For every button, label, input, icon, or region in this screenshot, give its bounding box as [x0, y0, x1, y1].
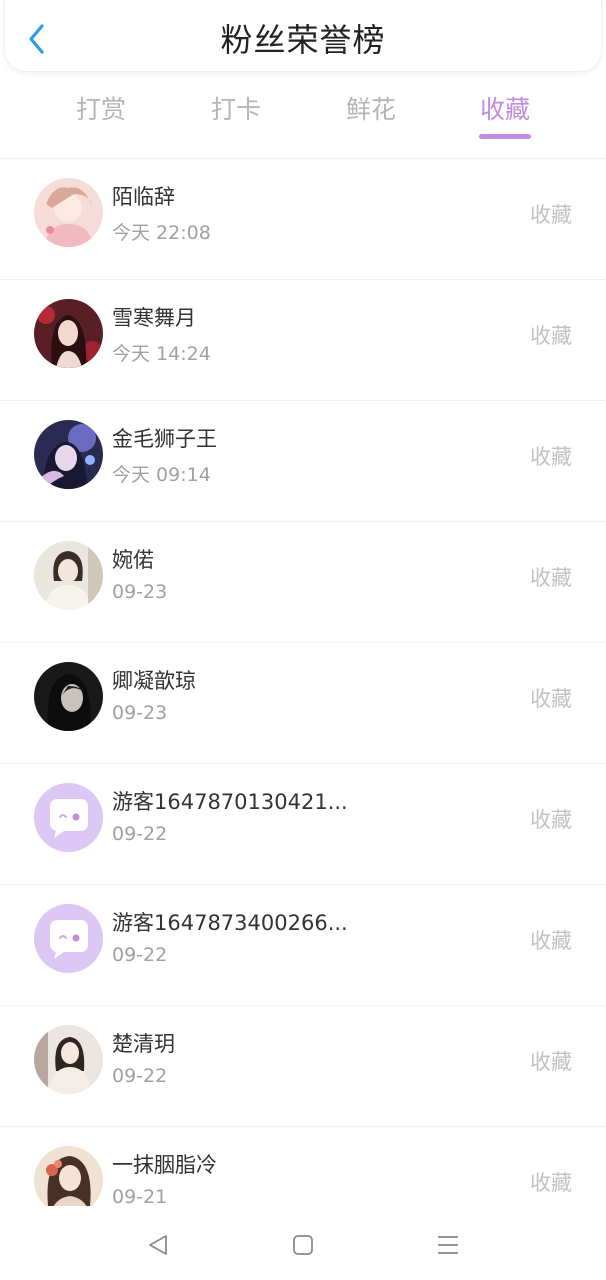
- avatar[interactable]: [34, 1025, 103, 1094]
- fan-name: 游客1647870130421...: [112, 790, 348, 814]
- fan-time: 09-23: [112, 702, 168, 724]
- menu-lines-icon: [438, 1236, 458, 1254]
- fan-name: 婉偌: [112, 548, 154, 572]
- fan-time: 09-21: [112, 1186, 168, 1208]
- avatar[interactable]: [34, 299, 103, 368]
- active-tab-indicator: [479, 134, 531, 139]
- list-item[interactable]: 金毛狮子王 今天 09:14 收藏: [0, 400, 606, 521]
- photo-avatar-icon: [34, 541, 103, 610]
- avatar[interactable]: [34, 662, 103, 731]
- fan-time: 09-23: [112, 581, 168, 603]
- fan-name: 一抹胭脂冷: [112, 1153, 217, 1177]
- nav-menu-button[interactable]: [428, 1228, 468, 1262]
- fan-name: 卿凝歆琼: [112, 669, 196, 693]
- fan-time: 今天 09:14: [112, 464, 211, 486]
- list-item[interactable]: 婉偌 09-23 收藏: [0, 521, 606, 642]
- fan-time: 今天 22:08: [112, 222, 211, 244]
- favorite-label: 收藏: [530, 445, 572, 469]
- photo-avatar-icon: [34, 1025, 103, 1094]
- square-home-icon: [293, 1235, 313, 1255]
- tab-bar: 打赏 打卡 鲜花 收藏: [0, 86, 606, 146]
- avatar[interactable]: [34, 541, 103, 610]
- system-nav-bar: [0, 1206, 606, 1280]
- tab-reward[interactable]: 打赏: [46, 90, 156, 126]
- chat-bubble-avatar-icon: [34, 783, 103, 852]
- favorite-label: 收藏: [530, 1050, 572, 1074]
- title-bar: 粉丝荣誉榜: [4, 0, 602, 72]
- tab-favorites[interactable]: 收藏: [450, 90, 560, 126]
- list-item[interactable]: 楚清玥 09-22 收藏: [0, 1005, 606, 1126]
- photo-avatar-icon: [34, 178, 103, 247]
- fan-time: 09-22: [112, 1065, 168, 1087]
- photo-avatar-icon: [34, 662, 103, 731]
- avatar[interactable]: [34, 904, 103, 973]
- favorite-label: 收藏: [530, 566, 572, 590]
- photo-avatar-icon: [34, 1146, 103, 1215]
- triangle-back-icon: [149, 1235, 167, 1255]
- fan-time: 今天 14:24: [112, 343, 211, 365]
- avatar[interactable]: [34, 783, 103, 852]
- page-title: 粉丝荣誉榜: [220, 21, 386, 59]
- list-item[interactable]: 卿凝歆琼 09-23 收藏: [0, 642, 606, 763]
- fan-time: 09-22: [112, 944, 168, 966]
- list-item[interactable]: 陌临辞 今天 22:08 收藏: [0, 158, 606, 279]
- favorite-label: 收藏: [530, 929, 572, 953]
- fan-name: 雪寒舞月: [112, 306, 196, 330]
- tab-flowers[interactable]: 鲜花: [316, 90, 426, 126]
- photo-avatar-icon: [34, 420, 103, 489]
- nav-home-button[interactable]: [283, 1228, 323, 1262]
- fan-name: 陌临辞: [112, 185, 175, 209]
- nav-back-button[interactable]: [138, 1228, 178, 1262]
- fan-name: 楚清玥: [112, 1032, 175, 1056]
- favorite-label: 收藏: [530, 1171, 572, 1195]
- tab-checkin[interactable]: 打卡: [181, 90, 291, 126]
- favorite-label: 收藏: [530, 324, 572, 348]
- fan-name: 游客1647873400266...: [112, 911, 348, 935]
- avatar[interactable]: [34, 1146, 103, 1215]
- chat-bubble-avatar-icon: [34, 904, 103, 973]
- list-item[interactable]: 游客1647873400266... 09-22 收藏: [0, 884, 606, 1005]
- favorite-label: 收藏: [530, 687, 572, 711]
- fan-time: 09-22: [112, 823, 168, 845]
- avatar[interactable]: [34, 420, 103, 489]
- avatar[interactable]: [34, 178, 103, 247]
- fan-name: 金毛狮子王: [112, 427, 217, 451]
- favorite-label: 收藏: [530, 203, 572, 227]
- list-item[interactable]: 雪寒舞月 今天 14:24 收藏: [0, 279, 606, 400]
- list-item[interactable]: 游客1647870130421... 09-22 收藏: [0, 763, 606, 884]
- photo-avatar-icon: [34, 299, 103, 368]
- favorite-label: 收藏: [530, 808, 572, 832]
